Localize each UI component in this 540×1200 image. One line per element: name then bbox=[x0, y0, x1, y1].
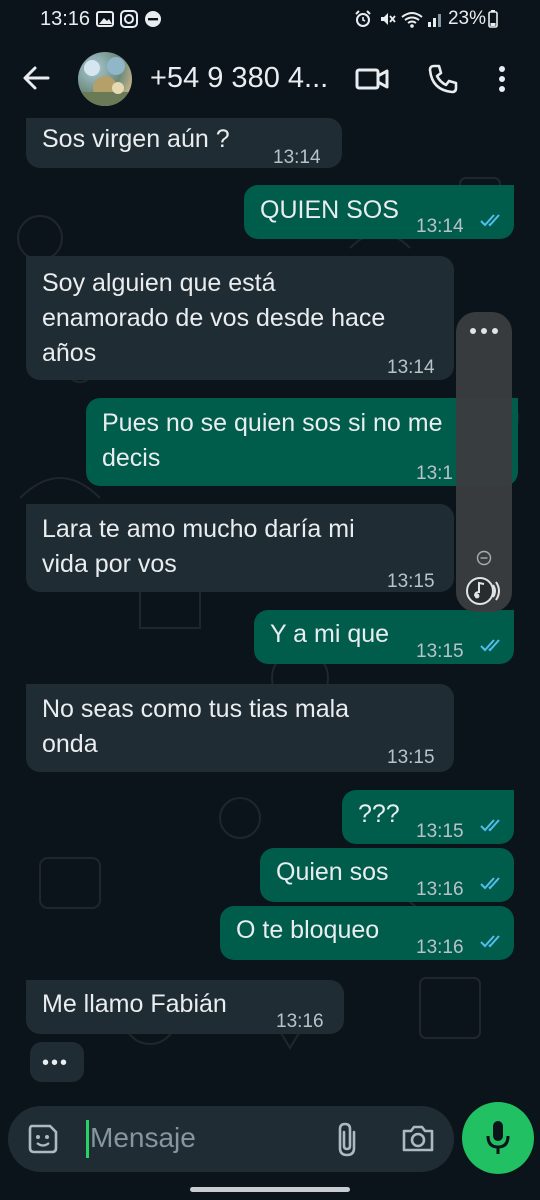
minimize-icon[interactable] bbox=[476, 550, 492, 566]
message-time: 13:16 bbox=[416, 937, 464, 958]
message-time: 13:16 bbox=[416, 879, 464, 900]
read-receipt-icon bbox=[480, 214, 500, 227]
incoming-message[interactable]: Me llamo Fabián 13:16 bbox=[26, 980, 344, 1034]
phone-icon[interactable] bbox=[426, 62, 460, 96]
outgoing-message[interactable]: O te bloqueo 13:16 bbox=[220, 906, 514, 960]
read-receipt-icon bbox=[480, 639, 500, 652]
message-text: Lara te amo mucho daría mi vida por vos bbox=[42, 515, 355, 578]
typing-indicator: ••• bbox=[30, 1042, 84, 1082]
attach-icon[interactable] bbox=[334, 1120, 360, 1158]
more-vert-icon[interactable] bbox=[492, 62, 512, 96]
incoming-message[interactable]: Sos virgen aún ? 13:14 bbox=[26, 118, 342, 168]
outgoing-message[interactable]: ??? 13:15 bbox=[342, 790, 514, 844]
alarm-icon bbox=[355, 10, 371, 27]
wifi-icon bbox=[401, 12, 423, 28]
chat-header: +54 9 380 4... bbox=[0, 40, 540, 118]
contact-name[interactable]: +54 9 380 4... bbox=[150, 62, 328, 95]
message-text: Soy alguien que está enamorado de vos de… bbox=[42, 269, 386, 367]
message-text: QUIEN SOS bbox=[260, 196, 399, 224]
message-text: ??? bbox=[358, 800, 400, 828]
message-time: 13:15 bbox=[387, 747, 435, 768]
panel-more-icon[interactable] bbox=[468, 326, 500, 336]
microphone-icon bbox=[486, 1121, 510, 1154]
camera-icon[interactable] bbox=[400, 1122, 436, 1154]
message-time: 13:15 bbox=[416, 821, 464, 842]
message-time: 13:1 bbox=[416, 463, 453, 484]
sync-notification-icon bbox=[120, 10, 138, 28]
message-input-placeholder[interactable]: Mensaje bbox=[90, 1122, 196, 1154]
message-text: Pues no se quien sos si no me decis bbox=[102, 409, 443, 472]
message-text: O te bloqueo bbox=[236, 916, 380, 944]
video-call-icon[interactable] bbox=[354, 62, 390, 96]
message-input-box[interactable]: Mensaje bbox=[8, 1106, 454, 1172]
gallery-notification-icon bbox=[96, 11, 114, 27]
battery-percentage: 23% bbox=[447, 8, 486, 29]
battery-icon bbox=[488, 10, 498, 28]
message-time: 13:16 bbox=[276, 1011, 324, 1032]
message-time: 13:14 bbox=[416, 216, 464, 237]
outgoing-message[interactable]: QUIEN SOS 13:14 bbox=[244, 185, 514, 239]
message-composer: Mensaje bbox=[0, 1102, 540, 1200]
outgoing-message[interactable]: Y a mi que 13:15 bbox=[254, 610, 514, 664]
outgoing-message[interactable]: Quien sos 13:16 bbox=[260, 848, 514, 902]
read-receipt-icon bbox=[480, 819, 500, 832]
message-time: 13:14 bbox=[387, 357, 435, 378]
avatar-image bbox=[78, 57, 132, 106]
home-gesture-bar[interactable] bbox=[190, 1187, 350, 1192]
message-text: Quien sos bbox=[276, 858, 389, 886]
outgoing-message[interactable]: Pues no se quien sos si no me decis 13:1 bbox=[86, 398, 518, 486]
floating-media-panel[interactable] bbox=[456, 312, 512, 612]
message-time: 13:14 bbox=[273, 147, 321, 168]
chat-messages-area[interactable]: Sos virgen aún ? 13:14 QUIEN SOS 13:14 S… bbox=[0, 118, 540, 1102]
typing-dots: ••• bbox=[42, 1052, 70, 1074]
read-receipt-icon bbox=[480, 877, 500, 890]
message-text: Sos virgen aún ? bbox=[42, 125, 230, 153]
message-text: Y a mi que bbox=[270, 620, 390, 648]
text-cursor bbox=[86, 1120, 89, 1158]
do-not-disturb-icon bbox=[145, 11, 161, 27]
signal-icon bbox=[428, 14, 441, 27]
message-text: Me llamo Fabián bbox=[42, 990, 227, 1018]
mute-icon bbox=[381, 13, 396, 25]
sticker-icon[interactable] bbox=[26, 1122, 60, 1156]
sound-assistant-icon[interactable] bbox=[466, 574, 502, 608]
incoming-message[interactable]: Soy alguien que está enamorado de vos de… bbox=[26, 256, 454, 380]
incoming-message[interactable]: Lara te amo mucho daría mi vida por vos … bbox=[26, 504, 454, 592]
message-time: 13:15 bbox=[416, 641, 464, 662]
status-time: 13:16 bbox=[40, 8, 91, 30]
contact-avatar[interactable] bbox=[78, 52, 132, 106]
incoming-message[interactable]: No seas como tus tias mala onda 13:15 bbox=[26, 684, 454, 772]
status-bar: 13:16 23% bbox=[0, 0, 540, 40]
back-arrow-icon[interactable] bbox=[20, 62, 52, 94]
read-receipt-icon bbox=[480, 935, 500, 948]
message-text: No seas como tus tias mala onda bbox=[42, 695, 350, 758]
voice-message-button[interactable] bbox=[462, 1102, 534, 1174]
message-time: 13:15 bbox=[387, 571, 435, 592]
